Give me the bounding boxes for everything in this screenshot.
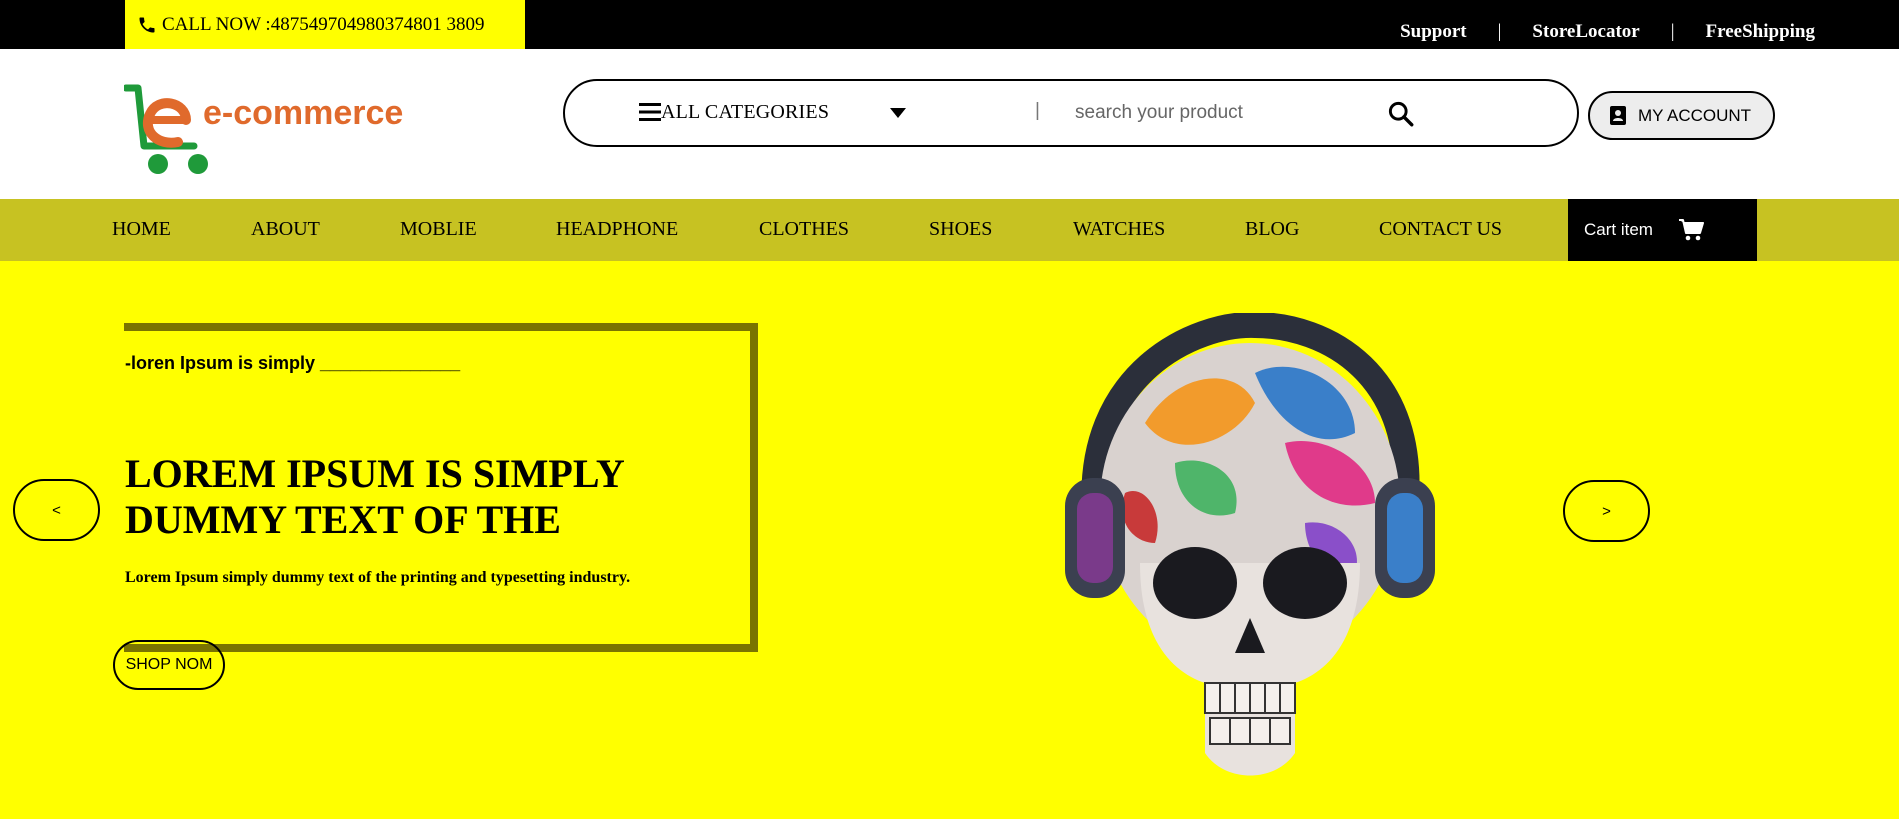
search-divider: | (1035, 100, 1040, 121)
top-bar: CALL NOW :487549704980374801 3809 Suppor… (0, 0, 1899, 49)
my-account-button[interactable]: MY ACCOUNT (1588, 91, 1775, 140)
nav-item-home[interactable]: HOME (112, 218, 171, 241)
phone-icon (139, 17, 155, 32)
skull-headphones-image (1065, 313, 1435, 776)
nav-item-blog[interactable]: BLOG (1245, 218, 1299, 241)
store-locator-link[interactable]: StoreLocator (1532, 21, 1639, 43)
nav-item-watches[interactable]: WATCHES (1073, 218, 1165, 241)
menu-icon[interactable] (639, 101, 661, 123)
nav-item-shoes[interactable]: SHOES (929, 218, 992, 241)
shop-now-button[interactable]: SHOP NOM (113, 640, 225, 690)
cart-button[interactable]: Cart item (1568, 199, 1757, 261)
all-categories-dropdown[interactable]: ALL CATEGORIES (661, 101, 829, 124)
main-nav: HOME ABOUT MOBLIE HEADPHONE CLOTHES SHOE… (0, 199, 1899, 261)
hero-headline: LOREM IPSUM IS SIMPLY DUMMY TEXT OF THE (125, 451, 624, 542)
top-links: Support | StoreLocator | FreeShipping (1400, 0, 1815, 64)
call-now-text: CALL NOW :487549704980374801 3809 (162, 13, 485, 35)
caret-down-icon[interactable] (890, 108, 906, 118)
cart-label: Cart item (1584, 220, 1653, 239)
nav-item-contact-us[interactable]: CONTACT US (1379, 218, 1502, 241)
cart-icon (1678, 219, 1704, 241)
link-separator: | (1670, 21, 1675, 42)
call-now-box[interactable]: CALL NOW :487549704980374801 3809 (125, 0, 525, 49)
my-account-label: MY ACCOUNT (1638, 105, 1752, 125)
hero-subtext: Lorem Ipsum simply dummy text of the pri… (125, 569, 631, 586)
hero-tagline: -loren Ipsum is simply ______________ (125, 353, 461, 373)
hero-slider: -loren Ipsum is simply ______________ LO… (0, 261, 1899, 819)
nav-item-headphone[interactable]: HEADPHONE (556, 218, 678, 241)
nav-item-clothes[interactable]: CLOTHES (759, 218, 849, 241)
nav-item-mobile[interactable]: MOBLIE (400, 218, 477, 241)
search-input[interactable] (1075, 95, 1375, 131)
nav-item-about[interactable]: ABOUT (251, 218, 320, 241)
ecommerce-logo[interactable]: e-commerce (124, 84, 404, 176)
logo-text: e-commerce (203, 94, 403, 132)
next-slide-button[interactable]: > (1563, 480, 1650, 542)
search-bar: ALL CATEGORIES | (563, 79, 1579, 147)
prev-slide-button[interactable]: < (13, 479, 100, 541)
link-separator: | (1497, 21, 1502, 42)
free-shipping-link[interactable]: FreeShipping (1706, 21, 1815, 43)
account-icon (1610, 106, 1626, 125)
support-link[interactable]: Support (1400, 21, 1467, 43)
search-icon[interactable] (1387, 100, 1414, 127)
